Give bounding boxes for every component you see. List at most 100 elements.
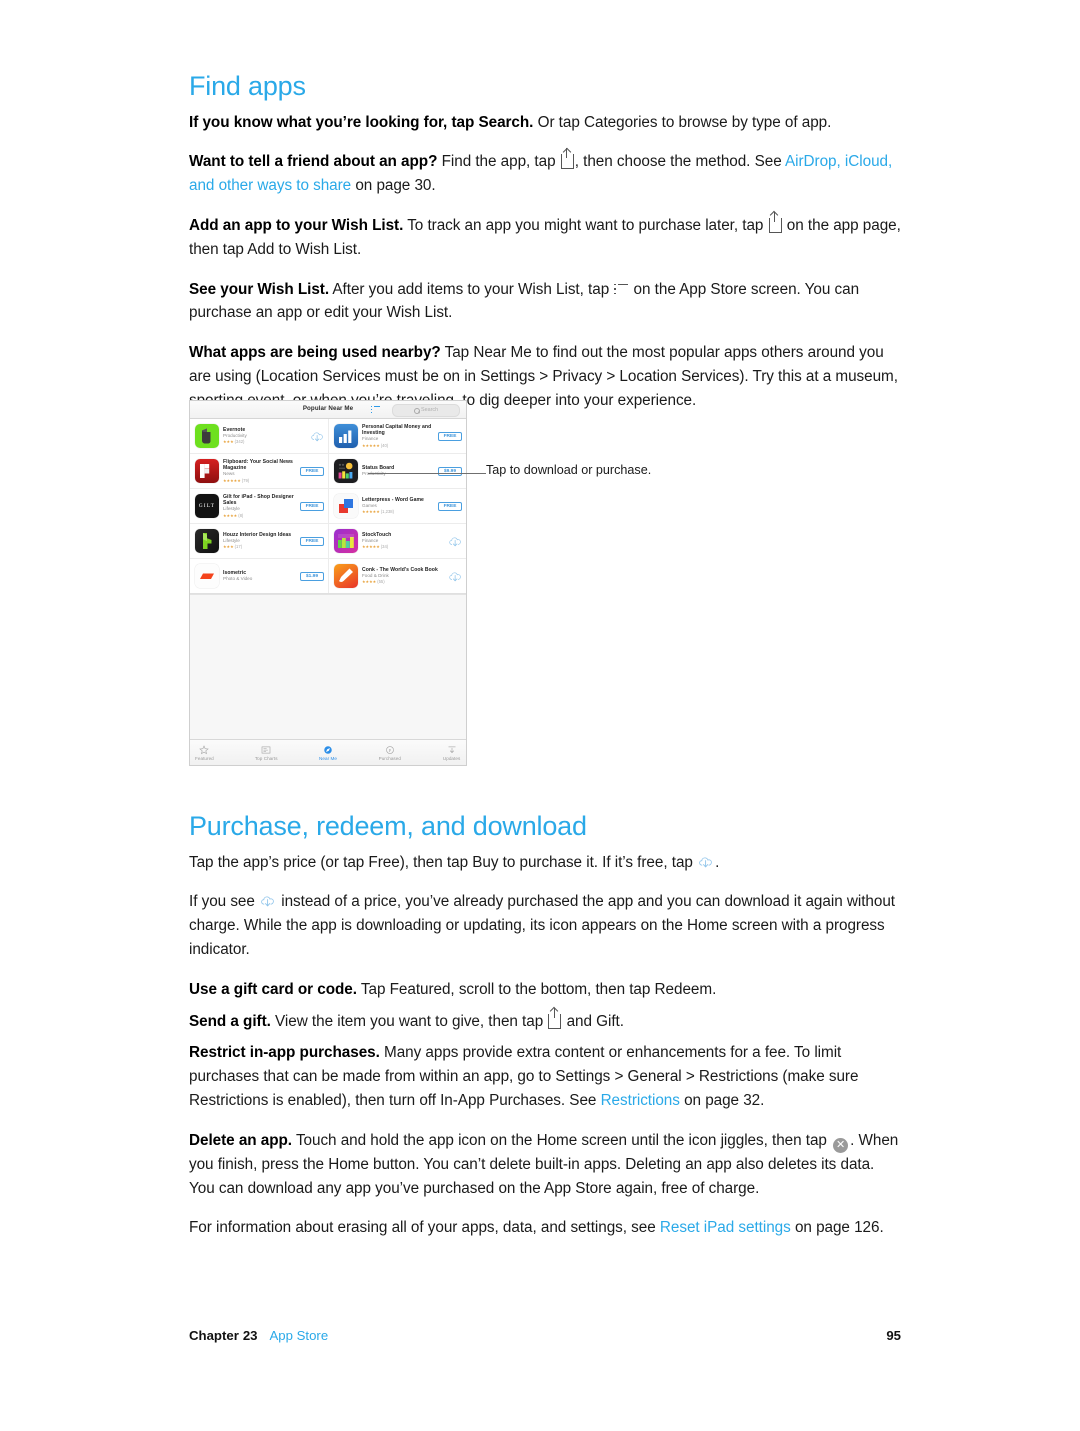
download-icon [699, 853, 713, 868]
paragraph-delete-app: Delete an app. Touch and hold the app ic… [189, 1129, 901, 1201]
tab-updates[interactable]: Updates [437, 744, 466, 761]
app-list: Evernote Productivity ★★★ (342) Personal Ca… [190, 419, 466, 595]
paragraph-body: Tap the app’s price (or tap Free), then … [189, 853, 698, 871]
section-title-purchase: Purchase, redeem, and download [189, 811, 587, 841]
app-price-button[interactable]: FREE [300, 501, 324, 511]
app-store-navbar: Popular Near Me Search [190, 401, 466, 419]
paragraph-wish-list-add: Add an app to your Wish List. To track a… [189, 212, 901, 262]
footer-chapter-link[interactable]: App Store [270, 1328, 329, 1343]
app-rating: ★★★★★ (1,238) [362, 509, 395, 515]
app-list-row: GILT Gilt for iPad - Shop Designer Sales L… [190, 489, 466, 524]
app-store-tabbar: Featured Top Charts Near Me P Purchased Updat… [190, 739, 466, 765]
app-list-item[interactable]: Isometric Photo & Video $1.99 [190, 559, 328, 593]
footer-breadcrumb: Chapter 23 App Store [189, 1328, 328, 1343]
share-icon [548, 1007, 562, 1029]
paragraph-lead: See your Wish List. [189, 280, 330, 298]
tab-label: Top Charts [254, 756, 278, 761]
personal-capital-icon[interactable] [334, 424, 358, 448]
app-meta: Letterpress - Word Game Games ★★★★★ (1,238… [358, 497, 438, 516]
app-list-item[interactable]: Personal Capital Money and Investing Fina… [328, 419, 466, 453]
houzz-icon[interactable] [195, 529, 219, 553]
paragraph-body: For information about erasing all of you… [189, 1219, 660, 1237]
app-name: Flipboard: Your Social News Magazine [223, 458, 293, 471]
app-list-item[interactable]: Flipboard: Your Social News Magazine News… [190, 454, 328, 488]
page-number: 95 [886, 1328, 901, 1343]
paragraph-body: on page 126. [790, 1219, 884, 1237]
callout-leader-line [368, 473, 486, 474]
download-icon[interactable] [449, 535, 462, 547]
star-icon [190, 744, 219, 755]
paragraph-lead: Restrict in-app purchases. [189, 1044, 380, 1062]
app-rating: ★★★★★ (34) [362, 544, 389, 550]
letterpress-icon[interactable] [334, 494, 358, 518]
app-list-item[interactable]: Evernote Productivity ★★★ (342) [190, 419, 328, 453]
app-meta: Status BoardProductivity [358, 465, 438, 478]
status-board-icon[interactable] [334, 459, 358, 483]
flipboard-icon[interactable] [195, 459, 219, 483]
share-icon [560, 148, 574, 170]
manual-page: Find apps If you know what you’re lookin… [0, 0, 1080, 1431]
app-meta: Gilt for iPad - Shop Designer Sales Lifes… [219, 494, 300, 519]
app-list-row: Houzz Interior Design Ideas Lifestyle ★★★ … [190, 524, 466, 559]
paragraph-body: , then choose the method. See [574, 153, 786, 171]
stocktouch-icon[interactable] [334, 529, 358, 553]
app-list-item[interactable]: Houzz Interior Design Ideas Lifestyle ★★★ … [190, 524, 328, 558]
download-icon[interactable] [311, 430, 324, 442]
wish-list-icon[interactable] [371, 406, 380, 413]
app-price-button[interactable]: $9.99 [438, 466, 462, 476]
app-rating: ★★★★★ (79) [223, 477, 250, 483]
paragraph-body: Tap Featured, scroll to the bottom, then… [356, 980, 717, 998]
app-meta: Flipboard: Your Social News Magazine News… [219, 459, 300, 484]
page-title: Find apps [189, 71, 306, 101]
app-price-button[interactable]: FREE [438, 431, 462, 441]
app-category: Photo & Video [223, 575, 253, 581]
paragraph-body: Or tap Categories to browse by type of a… [533, 113, 832, 131]
app-list-item[interactable]: Status BoardProductivity $9.99 [328, 454, 466, 488]
conk-icon[interactable] [334, 564, 358, 588]
tab-featured[interactable]: Featured [190, 744, 219, 761]
paragraph-lead: If you know what you’re looking for, tap… [189, 113, 534, 131]
tab-label: Near Me [319, 756, 337, 761]
app-name: Gilt for iPad - Shop Designer Sales [223, 493, 294, 506]
app-meta: Personal Capital Money and Investing Fina… [358, 424, 438, 449]
app-rating: ★★★★ (8) [223, 512, 244, 518]
app-price-button[interactable]: $1.99 [300, 571, 324, 581]
purchased-icon: P [375, 744, 404, 755]
ipad-screenshot: Popular Near Me Search Evernote Productiv… [189, 400, 467, 766]
evernote-icon[interactable] [195, 424, 219, 448]
paragraph-body: Find the app, tap [437, 153, 560, 171]
app-rating: ★★★★ (55) [362, 579, 385, 585]
download-icon[interactable] [449, 570, 462, 582]
page-footer: Chapter 23 App Store 95 [189, 1328, 901, 1343]
page-content-lower: Purchase, redeem, and download Tap the a… [189, 811, 901, 1256]
app-name: Personal Capital Money and Investing [362, 423, 432, 436]
cross-reference-link[interactable]: Restrictions [601, 1092, 680, 1109]
tab-purchased[interactable]: P Purchased [375, 744, 404, 761]
gilt-icon[interactable]: GILT [195, 494, 219, 518]
tab-near-me[interactable]: Near Me [314, 744, 343, 761]
app-meta: Conk - The World’s Cook Book Food & Drink… [358, 567, 449, 586]
app-list-item[interactable]: Conk - The World’s Cook Book Food & Drink… [328, 559, 466, 593]
app-price-button[interactable]: FREE [438, 501, 462, 511]
app-list-item[interactable]: Letterpress - Word Game Games ★★★★★ (1,238… [328, 489, 466, 523]
paragraph-lead: Add an app to your Wish List. [189, 217, 404, 235]
app-list-item[interactable]: GILT Gilt for iPad - Shop Designer Sales L… [190, 489, 328, 523]
paragraph-lead: Send a gift. [189, 1012, 271, 1030]
app-price-button[interactable]: FREE [300, 466, 324, 476]
tab-top-charts[interactable]: Top Charts [252, 744, 281, 761]
app-meta: Isometric Photo & Video [219, 570, 300, 583]
app-list-row: Flipboard: Your Social News Magazine News… [190, 454, 466, 489]
paragraph-body: and Gift. [562, 1012, 624, 1030]
paragraph-lead: Use a gift card or code. [189, 980, 357, 998]
app-list-item[interactable]: StockTouch Finance ★★★★★ (34) [328, 524, 466, 558]
paragraph-body: If you see [189, 893, 260, 911]
search-input[interactable]: Search [392, 404, 460, 417]
app-price-button[interactable]: FREE [300, 536, 324, 546]
paragraph-lead: Delete an app. [189, 1131, 293, 1149]
tab-label: Updates [442, 756, 461, 761]
svg-text:P: P [389, 747, 392, 752]
cross-reference-link[interactable]: Reset iPad settings [660, 1219, 791, 1236]
download-icon [261, 892, 275, 907]
tab-label: Purchased [378, 756, 401, 761]
isometric-icon[interactable] [195, 564, 219, 588]
